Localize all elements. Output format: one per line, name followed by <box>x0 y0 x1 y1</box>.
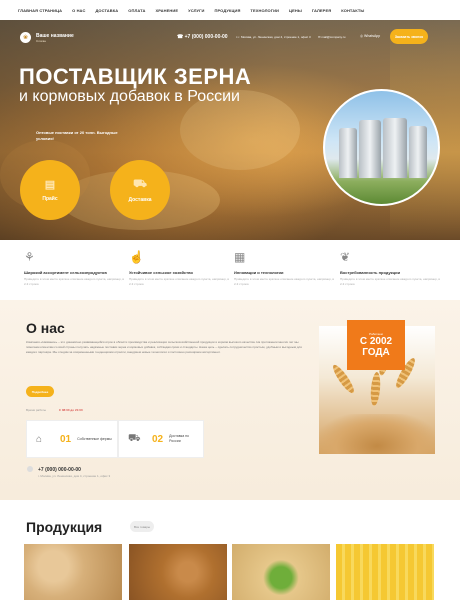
nav-item-gallery[interactable]: Галерея <box>312 8 331 13</box>
nav-item-prices[interactable]: Цены <box>289 8 302 13</box>
grid-icon: ▦ <box>234 250 246 264</box>
feature-title: Устойчивое сельское хозяйство <box>129 270 193 275</box>
nav-item-products[interactable]: Продукция <box>214 8 240 13</box>
header-whatsapp-text: WhatsApp <box>364 34 381 38</box>
header-address: ⌖ г. Москва, ул. Ленинская, дом 4, строе… <box>236 35 311 39</box>
feature-text: Приведите в этом месте краткое описание … <box>234 277 335 286</box>
work-hours-label: Время работы <box>26 408 47 412</box>
feature-text: Приведите в этом месте краткое описание … <box>340 277 441 286</box>
nav-item-about[interactable]: О нас <box>72 8 85 13</box>
silo <box>359 120 381 178</box>
nav-item-services[interactable]: Услуги <box>188 8 204 13</box>
delivery-button-label: Доставка <box>128 196 152 203</box>
phone-icon: ☎ <box>177 34 184 40</box>
hero-title-line1: ПОСТАВЩИК ЗЕРНА <box>19 64 252 89</box>
logo-title: Ваше название <box>36 32 74 39</box>
header-email-text: mail@company.ru <box>321 35 346 39</box>
logo-icon: ❀ <box>20 32 31 43</box>
feature-item: ☝ Устойчивое сельское хозяйство Приведит… <box>129 250 229 286</box>
work-hours-value: С 08:00 до 21:00 <box>58 408 83 412</box>
features-section: ⚘ Широкий ассортимент сельхозпродуктов П… <box>0 240 460 300</box>
header-whatsapp[interactable]: ◎ WhatsApp <box>360 34 380 38</box>
stat-label: Собственные фермы <box>77 436 112 441</box>
truck-icon: ⛟ <box>133 177 147 190</box>
stat-number: 02 <box>152 433 164 445</box>
products-section: Продукция Все товары <box>0 500 460 600</box>
header-phone-text: +7 (000) 000-00-00 <box>184 34 228 40</box>
nav-item-technologies[interactable]: Технологии <box>250 8 279 13</box>
nav-item-delivery[interactable]: Доставка <box>95 8 118 13</box>
product-card-seeds[interactable] <box>232 544 330 600</box>
whatsapp-icon: ◎ <box>360 34 364 38</box>
feature-text: Приведите в этом месте краткое описание … <box>24 277 125 286</box>
feature-item: ⚘ Широкий ассортимент сельхозпродуктов П… <box>24 250 124 286</box>
truck-icon: ⛟ <box>128 432 141 444</box>
stat-card: ⌂ 01 Собственные фермы <box>26 420 118 458</box>
header-email[interactable]: ✉ mail@company.ru <box>318 35 345 39</box>
about-phone[interactable]: +7 (000) 000-00-00 <box>38 467 81 473</box>
stat-label: Доставка по России <box>169 434 189 443</box>
stat-number: 01 <box>60 433 72 445</box>
wheat-ear <box>369 371 382 407</box>
sprout-icon: ❦ <box>340 250 351 264</box>
thumb-up-icon: ☝ <box>129 250 144 264</box>
feature-title: Инновации и технологии <box>234 270 284 275</box>
nav-item-home[interactable]: Главная страница <box>18 8 62 13</box>
silo <box>339 128 357 178</box>
product-card-corn[interactable] <box>336 544 434 600</box>
product-card-soy[interactable] <box>24 544 122 600</box>
price-button-label: Прайс <box>42 196 58 202</box>
feature-item: ▦ Инновации и технологии Приведите в это… <box>234 250 334 286</box>
location-icon: ⌖ <box>236 35 238 39</box>
farm-icon: ⌂ <box>36 433 43 445</box>
all-products-button[interactable]: Все товары <box>130 521 154 532</box>
feature-title: Востребованность продукции <box>340 270 401 275</box>
header-phone[interactable]: ☎ +7 (000) 000-00-00 <box>177 34 228 40</box>
silo <box>383 118 407 178</box>
feature-item: ❦ Востребованность продукции Приведите в… <box>340 250 440 286</box>
nav-item-storage[interactable]: Хранение <box>155 8 178 13</box>
nav-item-contacts[interactable]: Контакты <box>341 8 364 13</box>
about-paragraph: Компания «Название» – это динамично разв… <box>26 340 302 354</box>
grain-pile <box>319 414 435 454</box>
stat-card: ⛟ 02 Доставка по России <box>118 420 204 458</box>
top-nav: Главная страница О нас Доставка Оплата Х… <box>0 0 460 20</box>
silo <box>409 126 427 178</box>
products-title: Продукция <box>26 519 103 535</box>
hero-subtitle: Оптовые поставки от 20 тонн. Выгодные ус… <box>36 130 118 141</box>
product-card-beans[interactable] <box>129 544 227 600</box>
work-hours: Время работы С 08:00 до 21:00 <box>26 408 83 412</box>
more-button[interactable]: Подробнее <box>26 386 54 397</box>
price-button[interactable]: ▤ Прайс <box>20 160 80 220</box>
document-icon: ▤ <box>44 179 56 191</box>
phone-icon <box>27 466 33 472</box>
feature-title: Широкий ассортимент сельхозпродуктов <box>24 270 107 275</box>
badge-year: С 2002 ГОДА <box>359 336 393 358</box>
hero-title-line2: и кормовых добавок в России <box>19 88 240 105</box>
header-address-text: г. Москва, ул. Ленинская, дом 4, строени… <box>238 35 311 39</box>
logo-subtitle: Слоган <box>36 38 46 43</box>
nav-item-payment[interactable]: Оплата <box>128 8 145 13</box>
delivery-button[interactable]: ⛟ Доставка <box>110 160 170 220</box>
silo-image <box>323 89 440 206</box>
about-title: О нас <box>26 320 65 336</box>
callback-button[interactable]: Заказать звонок <box>390 29 428 44</box>
logo[interactable]: ❀ Ваше название Слоган <box>20 32 74 43</box>
feature-text: Приведите в этом месте краткое описание … <box>129 277 230 286</box>
wheat-icon: ⚘ <box>24 250 35 264</box>
since-badge: Работаем С 2002 ГОДА <box>347 320 405 370</box>
about-address: г. Москва, ул. Ленинская, дом 4, строени… <box>38 474 111 478</box>
